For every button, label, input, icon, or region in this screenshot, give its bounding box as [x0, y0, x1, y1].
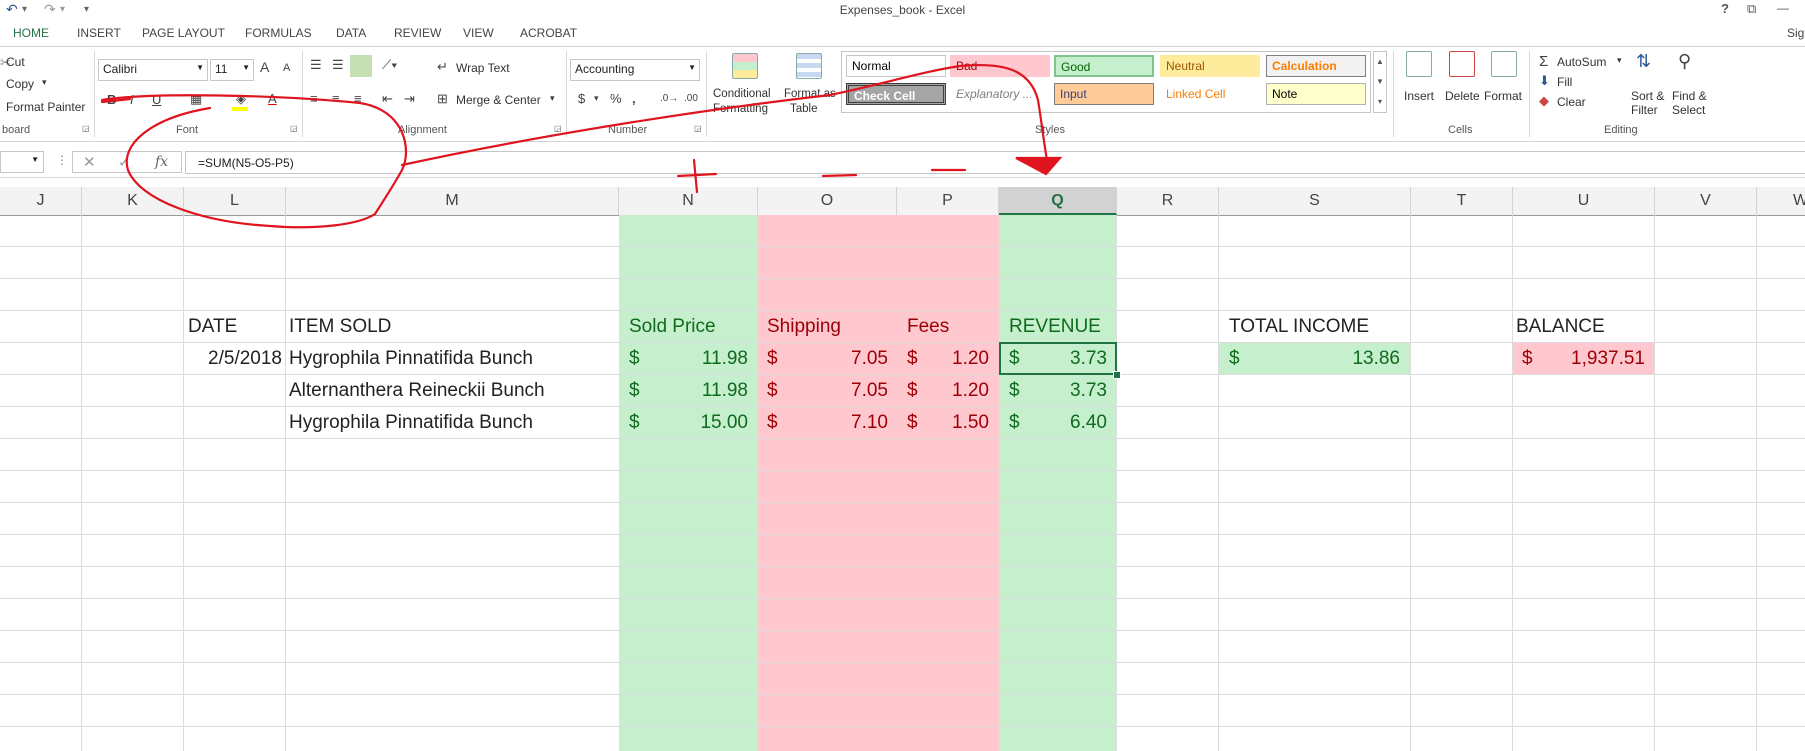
annotation-overlay	[100, 63, 1063, 229]
annotation-circle	[100, 94, 408, 229]
annotation-arrowhead	[1015, 156, 1063, 176]
annotation-minus-1	[821, 173, 858, 178]
annotation-plus	[676, 158, 718, 194]
annotation-arrow-line	[400, 63, 1049, 167]
